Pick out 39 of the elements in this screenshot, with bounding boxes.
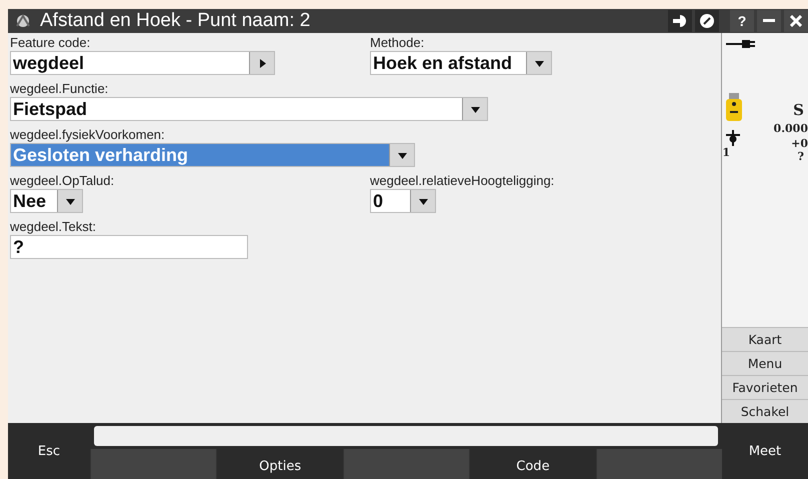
field-label: wegdeel.fysiekVoorkomen: <box>10 127 166 143</box>
dropdown[interactable]: Nee <box>10 189 83 213</box>
input-field[interactable]: ? <box>10 235 248 259</box>
dropdown[interactable]: Hoek en afstand <box>370 51 552 75</box>
caret-down-icon <box>470 104 480 114</box>
field-label: wegdeel.Tekst: <box>10 219 97 235</box>
prism-offset: +0 <box>791 137 808 150</box>
caret-down-icon <box>398 150 406 160</box>
dropdown[interactable]: Gesloten verharding <box>10 143 415 167</box>
minimize-icon[interactable] <box>757 10 781 32</box>
compass-icon[interactable] <box>695 10 719 32</box>
caret-down-icon <box>534 58 544 68</box>
window-title: Afstand en Hoek - Punt naam: 2 <box>40 10 312 32</box>
caret-down-icon <box>66 196 74 206</box>
plug-icon <box>726 39 756 49</box>
code-field[interactable]: wegdeel <box>10 51 275 75</box>
field-label: Methode: <box>370 35 426 51</box>
dropdown[interactable]: 0 <box>370 189 436 213</box>
prism-value: ? <box>798 150 804 163</box>
field-label: wegdeel.Functie: <box>10 81 110 97</box>
instrument-label: S <box>793 101 804 119</box>
play-icon <box>258 58 266 68</box>
side-button[interactable]: Schakel <box>722 399 808 423</box>
angle-reading: 0.000 <box>774 122 808 135</box>
field-label: Feature code: <box>10 35 92 51</box>
prism-number: 1 <box>722 146 730 159</box>
login-icon[interactable] <box>668 10 692 32</box>
app-icon <box>14 12 32 30</box>
prism-icon <box>726 130 740 146</box>
total-station-icon <box>726 93 742 121</box>
field-label: wegdeel.relatieveHoogteligging: <box>370 173 556 189</box>
field-label: wegdeel.OpTalud: <box>10 173 116 189</box>
side-button[interactable]: Kaart <box>722 327 808 351</box>
side-button[interactable]: Menu <box>722 351 808 375</box>
help-button[interactable]: ? <box>730 10 754 32</box>
side-button[interactable]: Favorieten <box>722 375 808 399</box>
close-icon[interactable] <box>784 10 808 32</box>
caret-down-icon <box>418 196 428 206</box>
dropdown[interactable]: Fietspad <box>10 97 488 121</box>
